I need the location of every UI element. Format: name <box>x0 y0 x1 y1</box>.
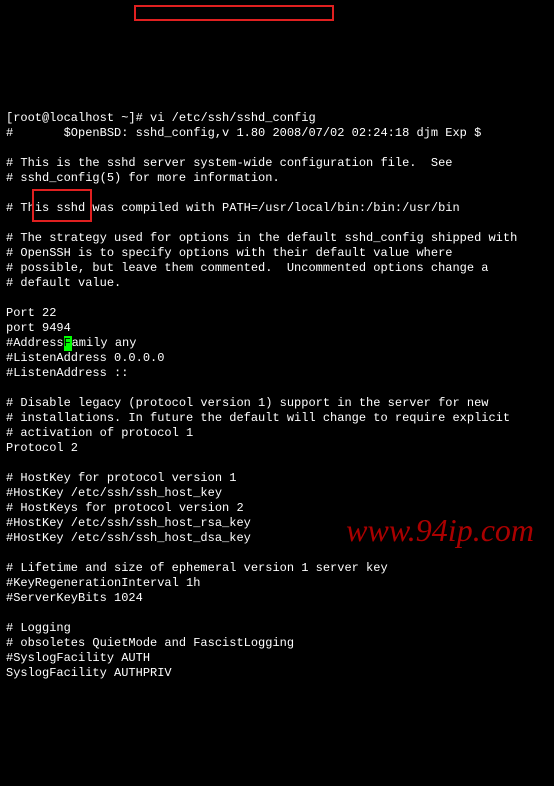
file-line: # HostKeys for protocol version 2 <box>6 501 244 515</box>
file-line: # obsoletes QuietMode and FascistLogging <box>6 636 294 650</box>
file-line: #HostKey /etc/ssh/ssh_host_key <box>6 486 222 500</box>
file-line: Port 22 <box>6 306 56 320</box>
file-line: #ListenAddress :: <box>6 366 128 380</box>
file-line: # HostKey for protocol version 1 <box>6 471 236 485</box>
watermark-text: www.94ip.com <box>346 523 534 538</box>
file-line: # $OpenBSD: sshd_config,v 1.80 2008/07/0… <box>6 126 481 140</box>
text-after-cursor: amily any <box>72 336 137 350</box>
file-line: #HostKey /etc/ssh/ssh_host_rsa_key <box>6 516 251 530</box>
file-line: # installations. In future the default w… <box>6 411 510 425</box>
highlight-command <box>134 5 334 21</box>
file-line: # This is the sshd server system-wide co… <box>6 156 452 170</box>
file-line: #ServerKeyBits 1024 <box>6 591 143 605</box>
file-line: # possible, but leave them commented. Un… <box>6 261 488 275</box>
file-line: #ListenAddress 0.0.0.0 <box>6 351 164 365</box>
file-line: SyslogFacility AUTHPRIV <box>6 666 172 680</box>
file-line: #AddressFamily any <box>6 336 136 350</box>
file-line: # OpenSSH is to specify options with the… <box>6 246 452 260</box>
file-line: # Logging <box>6 621 71 635</box>
file-line: #HostKey /etc/ssh/ssh_host_dsa_key <box>6 531 251 545</box>
file-line: # activation of protocol 1 <box>6 426 193 440</box>
command-text: vi /etc/ssh/sshd_config <box>150 111 316 125</box>
file-line: # Disable legacy (protocol version 1) su… <box>6 396 488 410</box>
file-line: # sshd_config(5) for more information. <box>6 171 280 185</box>
file-line: # default value. <box>6 276 121 290</box>
text-before-cursor: #Address <box>6 336 64 350</box>
file-line: # The strategy used for options in the d… <box>6 231 517 245</box>
file-line: port 9494 <box>6 321 71 335</box>
file-line: #KeyRegenerationInterval 1h <box>6 576 200 590</box>
shell-prompt: [root@localhost ~]# <box>6 111 150 125</box>
file-line: Protocol 2 <box>6 441 78 455</box>
terminal-cursor: F <box>64 336 72 351</box>
file-line: # Lifetime and size of ephemeral version… <box>6 561 388 575</box>
highlight-port <box>32 189 92 222</box>
file-line: #SyslogFacility AUTH <box>6 651 150 665</box>
